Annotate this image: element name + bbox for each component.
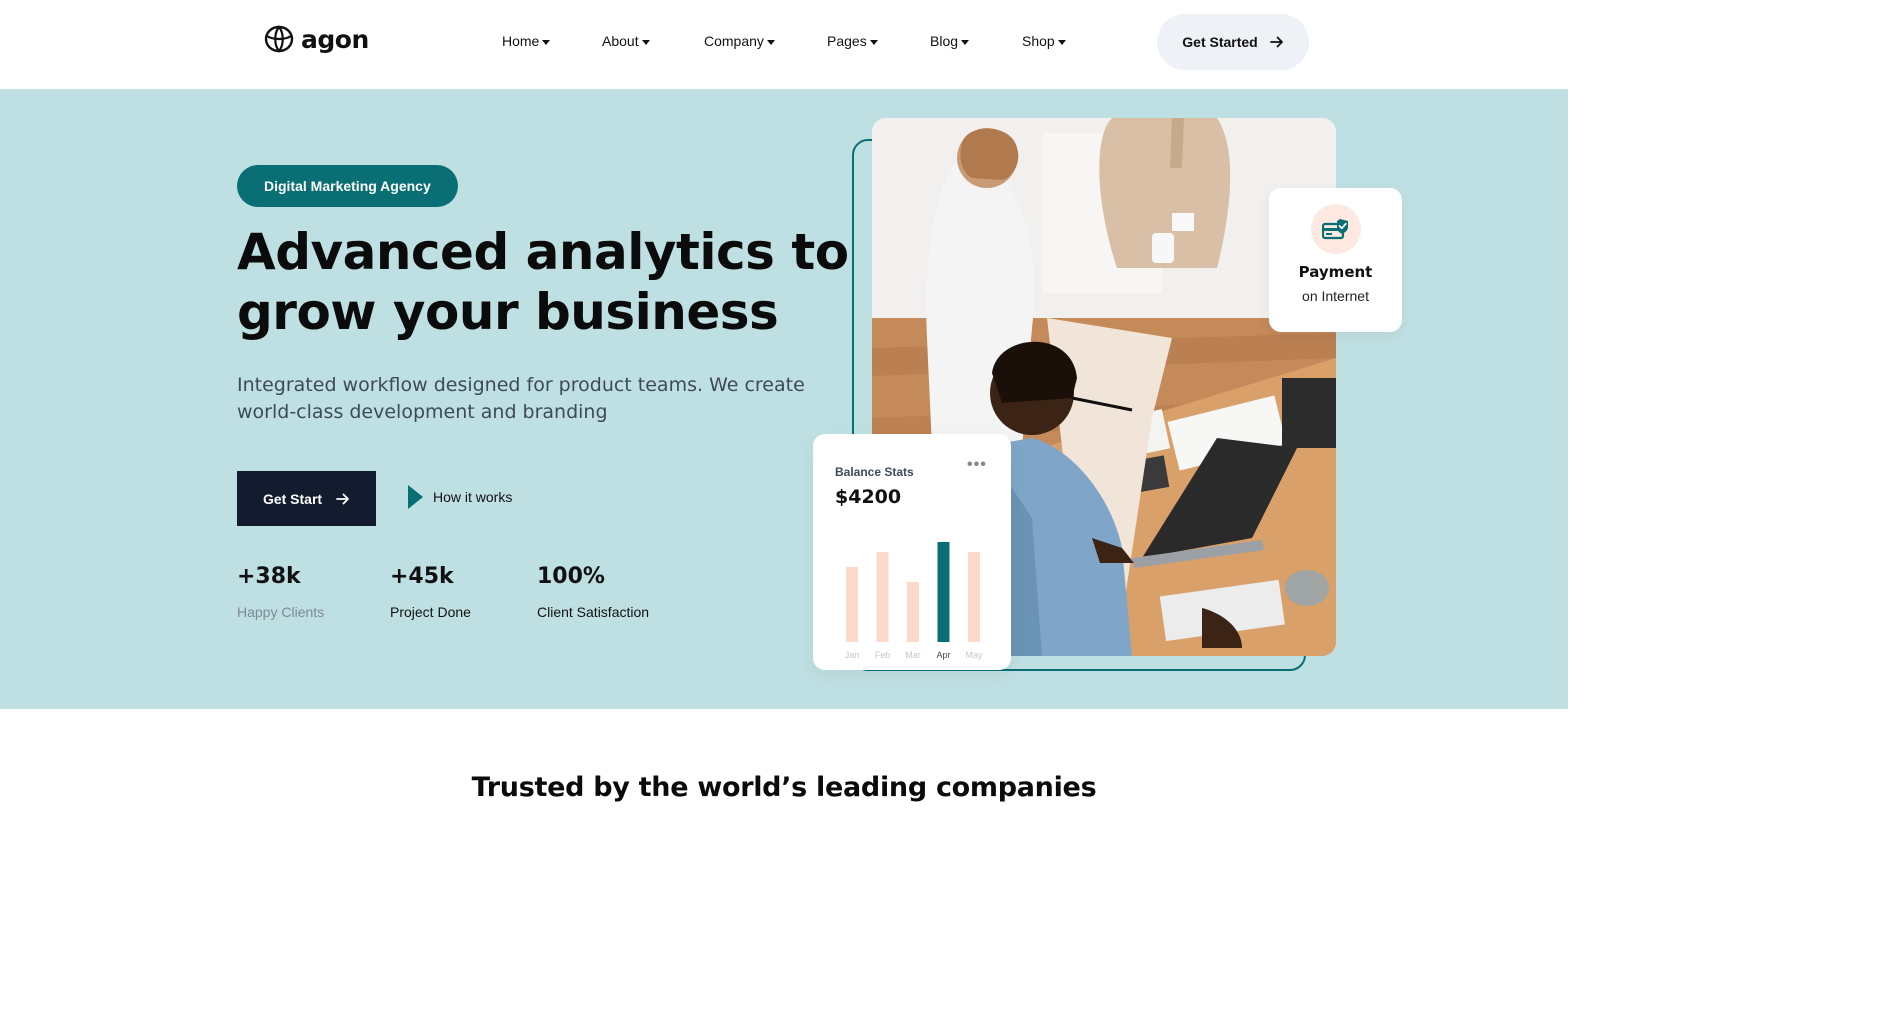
hero-subtext: Integrated workflow designed for product… bbox=[237, 374, 805, 423]
caret-down-icon bbox=[961, 40, 970, 45]
nav-item-shop[interactable]: Shop bbox=[1022, 33, 1066, 49]
stat-label: Project Done bbox=[390, 604, 471, 620]
stat-client-satisfaction: 100% Client Satisfaction bbox=[537, 564, 649, 620]
bar-may bbox=[968, 552, 980, 642]
nav-item-label: About bbox=[602, 33, 639, 49]
stat-happy-clients: +38k Happy Clients bbox=[237, 564, 324, 620]
brand-logo[interactable]: agon bbox=[263, 24, 369, 54]
stat-value: +45k bbox=[390, 564, 454, 589]
balance-bar-chart: Jan Feb Mar Apr May bbox=[845, 542, 983, 660]
payment-card: Payment on Internet bbox=[1269, 188, 1402, 332]
nav-item-company[interactable]: Company bbox=[704, 33, 775, 49]
caret-down-icon bbox=[641, 40, 650, 45]
leaf-globe-icon bbox=[264, 25, 294, 53]
play-icon bbox=[408, 485, 423, 509]
balance-title: Balance Stats bbox=[835, 465, 914, 479]
tick-label-apr: Apr bbox=[936, 650, 950, 660]
stat-value: 100% bbox=[537, 564, 605, 589]
tick-label-mar: Mar bbox=[905, 650, 921, 660]
hero-headline: Advanced analytics to grow your business bbox=[237, 222, 857, 342]
stat-value: +38k bbox=[237, 564, 301, 589]
nav-item-pages[interactable]: Pages bbox=[827, 33, 878, 49]
bar-mar bbox=[907, 582, 919, 642]
arrow-right-icon bbox=[1269, 36, 1283, 48]
stat-label: Happy Clients bbox=[237, 604, 325, 620]
nav-item-label: Blog bbox=[930, 33, 959, 49]
hero-badge: Digital Marketing Agency bbox=[237, 165, 458, 207]
nav-item-label: Company bbox=[704, 33, 764, 49]
balance-stats-card: Balance Stats ••• $4200 Jan Feb Mar Apr May bbox=[813, 434, 1011, 670]
hero-section: Digital Marketing Agency Advanced analyt… bbox=[0, 89, 1568, 709]
nav-item-about[interactable]: About bbox=[602, 33, 650, 49]
caret-down-icon bbox=[766, 40, 775, 45]
get-start-button[interactable]: Get Start bbox=[237, 471, 376, 526]
nav-item-label: Pages bbox=[827, 33, 867, 49]
nav-item-home[interactable]: Home bbox=[502, 33, 551, 49]
nav-item-label: Home bbox=[502, 33, 540, 49]
headline-line-1: Advanced analytics to bbox=[237, 223, 849, 281]
nav-item-label: Shop bbox=[1022, 33, 1055, 49]
trusted-heading: Trusted by the world’s leading companies bbox=[471, 772, 1097, 803]
more-dots-icon[interactable]: ••• bbox=[967, 456, 987, 474]
balance-amount: $4200 bbox=[835, 486, 902, 508]
how-it-works-link[interactable]: How it works bbox=[408, 485, 512, 509]
get-started-label: Get Started bbox=[1182, 34, 1258, 50]
get-start-label: Get Start bbox=[262, 490, 323, 507]
how-it-works-label: How it works bbox=[433, 489, 513, 505]
stat-project-done: +45k Project Done bbox=[390, 564, 471, 620]
payment-title: Payment bbox=[1298, 263, 1373, 281]
bar-feb bbox=[876, 552, 889, 642]
nav-item-blog[interactable]: Blog bbox=[930, 33, 970, 49]
caret-down-icon bbox=[869, 40, 878, 45]
caret-down-icon bbox=[542, 40, 551, 45]
card-check-icon bbox=[1310, 204, 1361, 254]
stat-label: Client Satisfaction bbox=[537, 604, 650, 620]
get-started-button[interactable]: Get Started bbox=[1157, 14, 1309, 70]
brand-name: agon bbox=[301, 24, 369, 54]
bar-apr bbox=[937, 542, 950, 642]
headline-line-2: grow your business bbox=[237, 283, 779, 341]
arrow-right-icon bbox=[336, 493, 349, 504]
tick-label-may: May bbox=[965, 650, 983, 660]
tick-label-jan: Jan bbox=[845, 650, 860, 660]
payment-subtitle: on Internet bbox=[1302, 288, 1369, 304]
caret-down-icon bbox=[1057, 40, 1066, 45]
bar-jan bbox=[846, 567, 858, 642]
tick-label-feb: Feb bbox=[875, 650, 891, 660]
site-header: agon Home About Company Pages Blog Shop … bbox=[0, 0, 1568, 89]
